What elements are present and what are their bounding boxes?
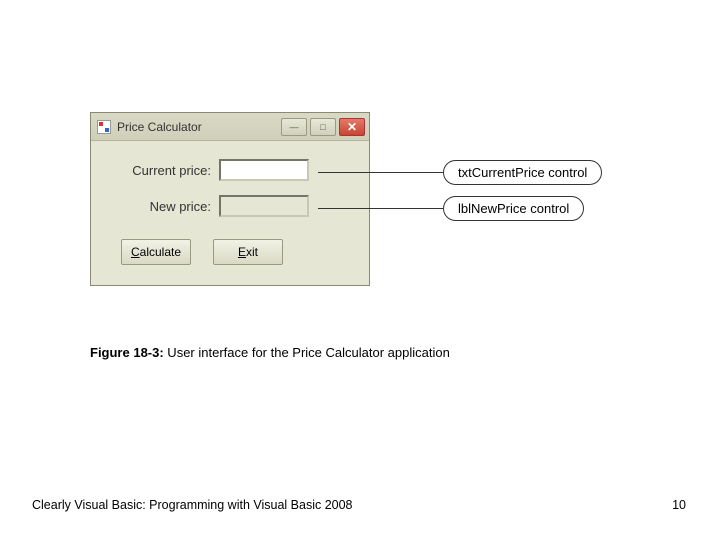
figure-label: Figure 18-3:	[90, 345, 164, 360]
price-calculator-window: Price Calculator — □ ✕ Current price: Ne…	[90, 112, 370, 286]
calculate-button[interactable]: Calculate	[121, 239, 191, 265]
figure-caption: Figure 18-3: User interface for the Pric…	[90, 345, 450, 360]
callout-line-1	[318, 172, 443, 173]
callout-line-2	[318, 208, 443, 209]
new-price-row: New price:	[109, 195, 351, 217]
exit-accel: E	[238, 245, 246, 259]
new-price-label: New price:	[109, 199, 219, 214]
figure-text: User interface for the Price Calculator …	[164, 345, 450, 360]
form-body: Current price: New price: Calculate Exit	[91, 141, 369, 285]
button-row: Calculate Exit	[109, 239, 351, 265]
minimize-button[interactable]: —	[281, 118, 307, 136]
titlebar: Price Calculator — □ ✕	[91, 113, 369, 141]
callout-lblnewprice: lblNewPrice control	[443, 196, 584, 221]
maximize-button[interactable]: □	[310, 118, 336, 136]
app-icon	[97, 120, 111, 134]
footer-book-title: Clearly Visual Basic: Programming with V…	[32, 498, 353, 512]
window-title: Price Calculator	[117, 120, 281, 134]
calculate-accel: C	[131, 245, 140, 259]
exit-button[interactable]: Exit	[213, 239, 283, 265]
exit-text: xit	[246, 245, 258, 259]
callout-txtcurrentprice: txtCurrentPrice control	[443, 160, 602, 185]
window-controls: — □ ✕	[281, 118, 365, 136]
close-button[interactable]: ✕	[339, 118, 365, 136]
footer-page-number: 10	[672, 498, 686, 512]
calculate-text: alculate	[140, 245, 181, 259]
current-price-input[interactable]	[219, 159, 309, 181]
current-price-label: Current price:	[109, 163, 219, 178]
current-price-row: Current price:	[109, 159, 351, 181]
new-price-output	[219, 195, 309, 217]
